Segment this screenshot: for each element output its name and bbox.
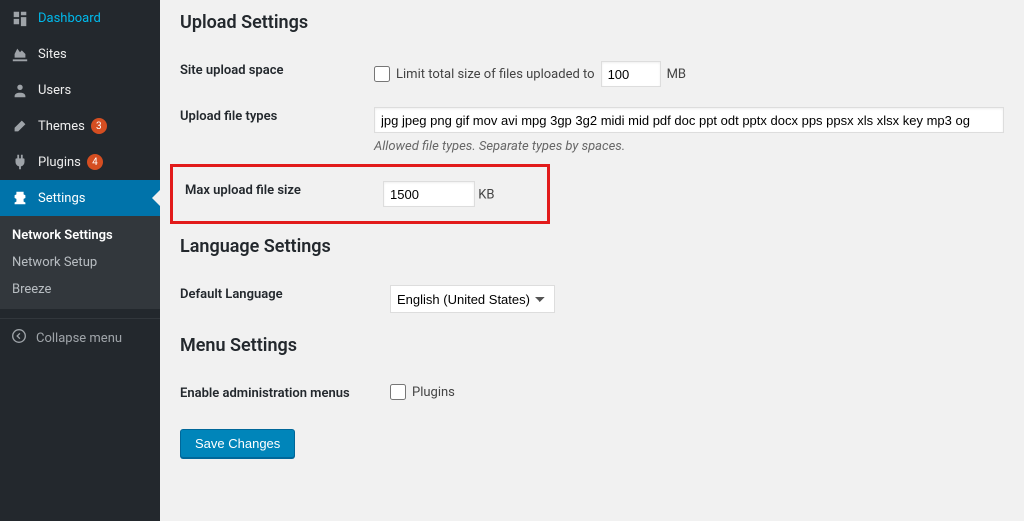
sidebar-label: Plugins: [38, 155, 81, 170]
language-settings-heading: Language Settings: [180, 236, 1004, 257]
label-enable-admin-menus: Enable administration menus: [180, 374, 390, 413]
menu-settings-heading: Menu Settings: [180, 335, 1004, 356]
sidebar-item-sites[interactable]: Sites: [0, 36, 160, 72]
default-language-select[interactable]: English (United States): [390, 285, 555, 313]
settings-icon: [10, 188, 30, 208]
label-max-upload: Max upload file size: [179, 171, 383, 217]
plugins-icon: [10, 152, 30, 172]
save-changes-button[interactable]: Save Changes: [180, 429, 295, 458]
menu-settings-table: Enable administration menus Plugins: [180, 374, 1004, 413]
limit-upload-checkbox[interactable]: [374, 66, 390, 82]
themes-badge: 3: [91, 118, 107, 134]
label-upload-file-types: Upload file types: [180, 97, 374, 164]
themes-icon: [10, 116, 30, 136]
admin-sidebar: Dashboard Sites Users Themes 3 Plugins 4…: [0, 0, 160, 521]
row-enable-admin-menus: Enable administration menus Plugins: [180, 374, 1004, 413]
row-max-upload: Max upload file size KB: [179, 171, 541, 217]
max-upload-highlight: Max upload file size KB: [170, 164, 550, 224]
sidebar-item-users[interactable]: Users: [0, 72, 160, 108]
sidebar-item-plugins[interactable]: Plugins 4: [0, 144, 160, 180]
submenu-network-setup[interactable]: Network Setup: [0, 249, 160, 276]
sidebar-label: Sites: [38, 47, 67, 62]
collapse-menu[interactable]: Collapse menu: [0, 318, 160, 357]
limit-upload-text: Limit total size of files uploaded to: [396, 67, 595, 82]
sidebar-label: Themes: [38, 119, 85, 134]
upload-file-types-desc: Allowed file types. Separate types by sp…: [374, 139, 1004, 154]
submenu-breeze[interactable]: Breeze: [0, 276, 160, 303]
language-settings-table: Default Language English (United States): [180, 275, 1004, 323]
collapse-label: Collapse menu: [36, 331, 122, 346]
row-upload-file-types: Upload file types Allowed file types. Se…: [180, 97, 1004, 164]
sidebar-label: Dashboard: [38, 11, 101, 26]
collapse-icon: [10, 327, 28, 349]
label-default-language: Default Language: [180, 275, 390, 323]
row-site-upload-space: Site upload space Limit total size of fi…: [180, 51, 1004, 97]
sidebar-item-dashboard[interactable]: Dashboard: [0, 0, 160, 36]
max-upload-table: Max upload file size KB: [179, 171, 541, 217]
limit-upload-value[interactable]: [601, 61, 661, 87]
max-upload-input[interactable]: [383, 181, 475, 207]
max-upload-unit: KB: [478, 188, 494, 203]
limit-upload-unit: MB: [667, 67, 686, 82]
upload-settings-table: Site upload space Limit total size of fi…: [180, 51, 1004, 164]
upload-file-types-input[interactable]: [374, 107, 1004, 133]
upload-settings-heading: Upload Settings: [180, 12, 1004, 33]
users-icon: [10, 80, 30, 100]
sidebar-item-settings[interactable]: Settings: [0, 180, 160, 216]
label-site-upload-space: Site upload space: [180, 51, 374, 97]
plugins-menu-label: Plugins: [412, 385, 455, 400]
plugins-badge: 4: [87, 154, 103, 170]
settings-content: Upload Settings Site upload space Limit …: [160, 0, 1024, 521]
dashboard-icon: [10, 8, 30, 28]
sidebar-label: Users: [38, 83, 71, 98]
enable-admin-menus-control: Plugins: [390, 384, 1004, 400]
settings-submenu: Network Settings Network Setup Breeze: [0, 216, 160, 309]
sidebar-item-themes[interactable]: Themes 3: [0, 108, 160, 144]
row-default-language: Default Language English (United States): [180, 275, 1004, 323]
sidebar-separator: [0, 309, 160, 314]
site-upload-space-control: Limit total size of files uploaded to MB: [374, 61, 1004, 87]
sites-icon: [10, 44, 30, 64]
plugins-menu-checkbox[interactable]: [390, 384, 406, 400]
sidebar-label: Settings: [38, 191, 85, 206]
submenu-network-settings[interactable]: Network Settings: [0, 222, 160, 249]
